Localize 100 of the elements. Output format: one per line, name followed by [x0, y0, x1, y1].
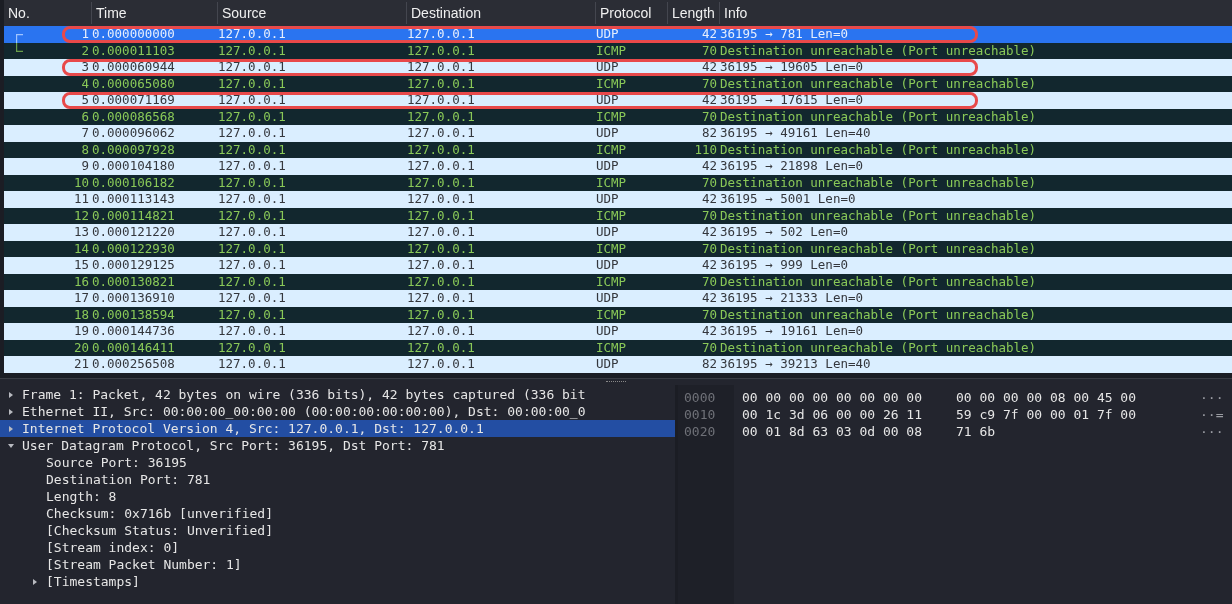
hex-bytes: 00 00 00 00 08 00 45 00 — [956, 390, 1136, 405]
tree-item[interactable]: Internet Protocol Version 4, Src: 127.0.0.1, Dst: 127.0.0.1 — [0, 420, 675, 437]
tree-item[interactable]: Frame 1: Packet, 42 bytes on wire (336 bits), 42 bytes captured (336 bit — [0, 386, 675, 403]
packet-row[interactable]: 3 0.000060944 127.0.0.1 127.0.0.1 UDP 42 36195 → 19605 Len=0 — [4, 59, 1232, 76]
packet-row[interactable]: 11 0.000113143 127.0.0.1 127.0.0.1 UDP 42 36195 → 5001 Len=0 — [4, 191, 1232, 208]
hex-bytes: 00 1c 3d 06 00 00 26 11 — [742, 407, 922, 422]
column-header[interactable]: Info — [720, 2, 1232, 24]
ascii-text: ··· — [1200, 423, 1224, 440]
table-cell: 127.0.0.1 — [407, 323, 475, 338]
table-cell: 42 — [701, 59, 717, 74]
table-cell: 9 — [81, 158, 89, 173]
table-cell: ICMP — [596, 306, 627, 322]
packet-row[interactable]: 7 0.000096062 127.0.0.1 127.0.0.1 UDP 82 36195 → 49161 Len=40 — [4, 125, 1232, 142]
column-header[interactable]: No. — [4, 2, 92, 24]
tree-item[interactable]: [Stream Packet Number: 1] — [46, 556, 242, 573]
byte-offset: 0010 — [684, 406, 716, 423]
table-cell: ICMP — [596, 141, 627, 157]
table-cell: 127.0.0.1 — [407, 290, 475, 305]
packet-row[interactable]: 5 0.000071169 127.0.0.1 127.0.0.1 UDP 42 36195 → 17615 Len=0 — [4, 92, 1232, 109]
table-cell: 14 — [73, 240, 89, 256]
table-cell: 0.000122930 — [92, 240, 175, 256]
table-cell: 0.000071169 — [92, 92, 175, 107]
packet-row[interactable]: 19 0.000144736 127.0.0.1 127.0.0.1 UDP 42 36195 → 19161 Len=0 — [4, 323, 1232, 340]
table-cell: 127.0.0.1 — [407, 75, 475, 91]
table-cell: 0.000130821 — [92, 273, 175, 289]
table-cell: Destination unreachable (Port unreachable) — [720, 240, 1037, 256]
table-cell: 127.0.0.1 — [407, 257, 475, 272]
tree-item[interactable]: [Stream index: 0] — [46, 539, 180, 556]
table-cell: Destination unreachable (Port unreachable) — [720, 141, 1037, 157]
table-cell: 127.0.0.1 — [407, 42, 475, 58]
expand-arrow-icon[interactable] — [7, 390, 15, 399]
table-cell: 127.0.0.1 — [218, 174, 286, 190]
table-cell: 16 — [73, 273, 89, 289]
table-cell: 20 — [73, 339, 89, 355]
expand-arrow-icon[interactable] — [7, 407, 15, 416]
expand-arrow-icon[interactable] — [7, 424, 15, 433]
table-cell: UDP — [596, 158, 619, 173]
tree-item[interactable]: Destination Port: 781 — [46, 471, 211, 488]
tree-item[interactable]: Ethernet II, Src: 00:00:00_00:00:00 (00:00:00:00:00:00), Dst: 00:00:00_0 — [0, 403, 675, 420]
table-cell: 1 — [81, 26, 89, 41]
table-cell: 0.000060944 — [92, 59, 175, 74]
table-cell: 70 — [701, 207, 717, 223]
table-cell: 36195 → 19161 Len=0 — [720, 323, 863, 338]
table-cell: 0.000144736 — [92, 323, 175, 338]
tree-item[interactable]: [Timestamps] — [46, 573, 140, 590]
table-cell: 8 — [81, 141, 89, 157]
table-cell: 6 — [81, 108, 89, 124]
table-cell: 127.0.0.1 — [407, 141, 475, 157]
tree-item[interactable]: Length: 8 — [46, 488, 117, 505]
table-cell: 42 — [701, 26, 717, 41]
tree-item[interactable]: User Datagram Protocol, Src Port: 36195, Dst Port: 781 — [0, 437, 675, 454]
table-cell: Destination unreachable (Port unreachable) — [720, 207, 1037, 223]
table-cell: 127.0.0.1 — [218, 273, 286, 289]
table-cell: UDP — [596, 290, 619, 305]
column-header[interactable]: Destination — [407, 2, 596, 24]
table-cell: 127.0.0.1 — [218, 306, 286, 322]
table-cell: 127.0.0.1 — [218, 339, 286, 355]
table-cell: 127.0.0.1 — [407, 125, 475, 140]
hex-bytes: 71 6b — [956, 424, 996, 439]
packet-row[interactable]: 17 0.000136910 127.0.0.1 127.0.0.1 UDP 42 36195 → 21333 Len=0 — [4, 290, 1232, 307]
table-cell: UDP — [596, 323, 619, 338]
ascii-text: ··= — [1200, 406, 1224, 423]
table-cell: UDP — [596, 191, 619, 206]
table-cell: 0.000138594 — [92, 306, 175, 322]
column-header[interactable]: Source — [218, 2, 407, 24]
tree-item[interactable]: Source Port: 36195 — [46, 454, 187, 471]
table-cell: 36195 → 49161 Len=40 — [720, 125, 871, 140]
packet-row[interactable]: 21 0.000256508 127.0.0.1 127.0.0.1 UDP 82 36195 → 39213 Len=40 — [4, 356, 1232, 373]
table-cell: 42 — [701, 92, 717, 107]
collapse-arrow-icon[interactable] — [7, 441, 15, 450]
table-cell: 127.0.0.1 — [407, 224, 475, 239]
table-cell: 82 — [701, 125, 717, 140]
table-cell: ICMP — [596, 108, 627, 124]
table-cell: 12 — [73, 207, 89, 223]
table-cell: 0.000129125 — [92, 257, 175, 272]
packet-row[interactable]: 9 0.000104180 127.0.0.1 127.0.0.1 UDP 42 36195 → 21898 Len=0 — [4, 158, 1232, 175]
table-cell: Destination unreachable (Port unreachable) — [720, 306, 1037, 322]
table-cell: 127.0.0.1 — [218, 257, 286, 272]
table-cell: 127.0.0.1 — [218, 207, 286, 223]
table-cell: 36195 → 781 Len=0 — [720, 26, 848, 41]
table-cell: UDP — [596, 125, 619, 140]
expand-arrow-icon[interactable] — [31, 577, 39, 586]
table-cell: 127.0.0.1 — [218, 26, 286, 41]
table-cell: 36195 → 39213 Len=40 — [720, 356, 871, 371]
packet-row[interactable]: 15 0.000129125 127.0.0.1 127.0.0.1 UDP 42 36195 → 999 Len=0 — [4, 257, 1232, 274]
tree-item[interactable]: Checksum: 0x716b [unverified] — [46, 505, 273, 522]
table-cell: 18 — [73, 306, 89, 322]
packet-row[interactable]: 1 0.000000000 127.0.0.1 127.0.0.1 UDP 42 36195 → 781 Len=0 — [4, 26, 1232, 43]
tree-item[interactable]: [Checksum Status: Unverified] — [46, 522, 273, 539]
table-cell: 36195 → 502 Len=0 — [720, 224, 848, 239]
packet-row[interactable]: 13 0.000121220 127.0.0.1 127.0.0.1 UDP 42 36195 → 502 Len=0 — [4, 224, 1232, 241]
column-header[interactable]: Length — [668, 2, 720, 24]
table-cell: 10 — [73, 174, 89, 190]
byte-offset: 0000 — [684, 389, 716, 406]
table-cell: 36195 → 17615 Len=0 — [720, 92, 863, 107]
table-cell: 42 — [701, 158, 717, 173]
table-cell: 0.000106182 — [92, 174, 175, 190]
column-header[interactable]: Protocol — [596, 2, 668, 24]
column-header[interactable]: Time — [92, 2, 218, 24]
table-cell: 0.000086568 — [92, 108, 175, 124]
